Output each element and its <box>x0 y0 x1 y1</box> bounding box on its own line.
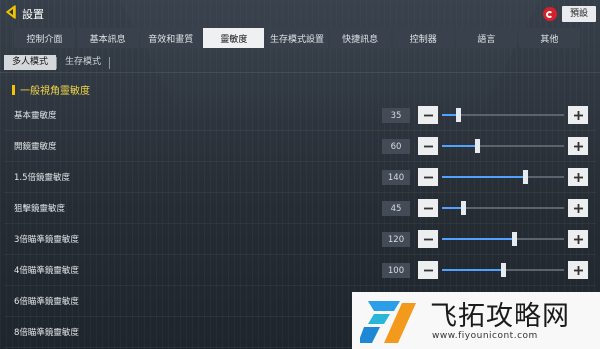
slider-fill <box>442 238 514 240</box>
sensitivity-slider[interactable] <box>442 108 564 122</box>
minus-icon <box>423 176 433 178</box>
decrease-button[interactable] <box>418 261 438 279</box>
mode-subtabs: 多人模式 生存模式 <box>4 55 111 70</box>
setting-label: 3倍瞄準鏡靈敏度 <box>14 235 79 245</box>
minus-icon <box>423 207 433 209</box>
setting-label: 4倍瞄準鏡靈敏度 <box>14 266 79 276</box>
setting-value[interactable]: 100 <box>382 263 410 278</box>
tab-controller[interactable]: 控制器 <box>392 28 454 48</box>
setting-label: 1.5倍鏡靈敏度 <box>14 173 71 183</box>
slider-fill <box>442 269 503 271</box>
plus-icon <box>573 110 583 120</box>
page-title: 設置 <box>22 8 44 21</box>
sensitivity-slider[interactable] <box>442 170 564 184</box>
setting-value[interactable]: 45 <box>382 201 410 216</box>
setting-label: 8倍瞄準鏡靈敏度 <box>14 328 79 338</box>
slider-thumb[interactable] <box>461 201 466 215</box>
increase-button[interactable] <box>568 137 588 155</box>
slider-fill <box>442 176 525 178</box>
decrease-button[interactable] <box>418 137 438 155</box>
top-bar: 設置 預設 <box>0 0 600 26</box>
slider-thumb[interactable] <box>475 139 480 153</box>
tab-audio-graphics[interactable]: 音效和畫質 <box>140 28 202 48</box>
sensitivity-slider[interactable] <box>442 201 564 215</box>
tab-survival-settings[interactable]: 生存模式設置 <box>266 28 328 48</box>
decrease-button[interactable] <box>418 168 438 186</box>
tab-quick-chat[interactable]: 快捷訊息 <box>329 28 391 48</box>
subtab-multiplayer[interactable]: 多人模式 <box>4 55 57 70</box>
setting-value[interactable]: 35 <box>382 108 410 123</box>
setting-row: 基本靈敏度 35 <box>4 100 596 131</box>
sensitivity-slider[interactable] <box>442 263 564 277</box>
tab-other[interactable]: 其他 <box>518 28 580 48</box>
subtab-survival[interactable]: 生存模式 <box>57 55 109 70</box>
plus-icon <box>573 203 583 213</box>
increase-button[interactable] <box>568 199 588 217</box>
plus-icon <box>573 172 583 182</box>
slider-thumb[interactable] <box>512 232 517 246</box>
setting-row: 狙擊鏡靈敏度 45 <box>4 193 596 224</box>
increase-button[interactable] <box>568 261 588 279</box>
decrease-button[interactable] <box>418 199 438 217</box>
setting-row: 1.5倍鏡靈敏度 140 <box>4 162 596 193</box>
setting-label: 狙擊鏡靈敏度 <box>14 204 66 214</box>
setting-value[interactable]: 140 <box>382 170 410 185</box>
increase-button[interactable] <box>568 106 588 124</box>
watermark-logo-icon <box>360 301 416 343</box>
tab-language[interactable]: 語言 <box>455 28 517 48</box>
setting-row: 開鏡靈敏度 60 <box>4 131 596 162</box>
setting-label: 開鏡靈敏度 <box>14 142 57 152</box>
minus-icon <box>423 114 433 116</box>
plus-icon <box>573 265 583 275</box>
setting-row: 3倍瞄準鏡靈敏度 120 <box>4 224 596 255</box>
settings-tabs: 控制介面 基本訊息 音效和畫質 靈敏度 生存模式設置 快捷訊息 控制器 語言 其… <box>14 28 580 48</box>
subtab-separator <box>109 56 111 69</box>
back-button[interactable] <box>4 4 18 20</box>
setting-row: 4倍瞄準鏡靈敏度 100 <box>4 255 596 286</box>
setting-label: 6倍瞄準鏡靈敏度 <box>14 297 79 307</box>
setting-label: 基本靈敏度 <box>14 111 57 121</box>
plus-icon <box>573 234 583 244</box>
slider-thumb[interactable] <box>523 170 528 184</box>
decrease-button[interactable] <box>418 230 438 248</box>
setting-value[interactable]: 120 <box>382 232 410 247</box>
setting-value[interactable]: 60 <box>382 139 410 154</box>
increase-button[interactable] <box>568 168 588 186</box>
slider-thumb[interactable] <box>456 108 461 122</box>
minus-icon <box>423 145 433 147</box>
section-marker <box>12 84 15 95</box>
watermark: 飞拓攻略网 www.fiyounicont.com <box>352 292 600 349</box>
minus-icon <box>423 238 433 240</box>
watermark-text: 飞拓攻略网 <box>430 301 570 332</box>
plus-icon <box>573 141 583 151</box>
preset-button[interactable]: 預設 <box>561 6 596 22</box>
slider-fill <box>442 207 463 209</box>
slider-fill <box>442 145 477 147</box>
minus-icon <box>423 269 433 271</box>
watermark-url: www.fiyounicont.com <box>432 331 538 341</box>
back-arrow-icon <box>6 5 16 19</box>
tab-control-ui[interactable]: 控制介面 <box>14 28 76 48</box>
sensitivity-slider[interactable] <box>442 232 564 246</box>
divider <box>0 72 600 73</box>
section-header: 一般視角靈敏度 <box>12 82 90 97</box>
decrease-button[interactable] <box>418 106 438 124</box>
sensitivity-slider[interactable] <box>442 139 564 153</box>
tab-sensitivity[interactable]: 靈敏度 <box>203 28 265 48</box>
slider-thumb[interactable] <box>501 263 506 277</box>
garena-icon[interactable] <box>542 7 557 21</box>
tab-basic-info[interactable]: 基本訊息 <box>77 28 139 48</box>
section-title: 一般視角靈敏度 <box>20 86 90 97</box>
increase-button[interactable] <box>568 230 588 248</box>
